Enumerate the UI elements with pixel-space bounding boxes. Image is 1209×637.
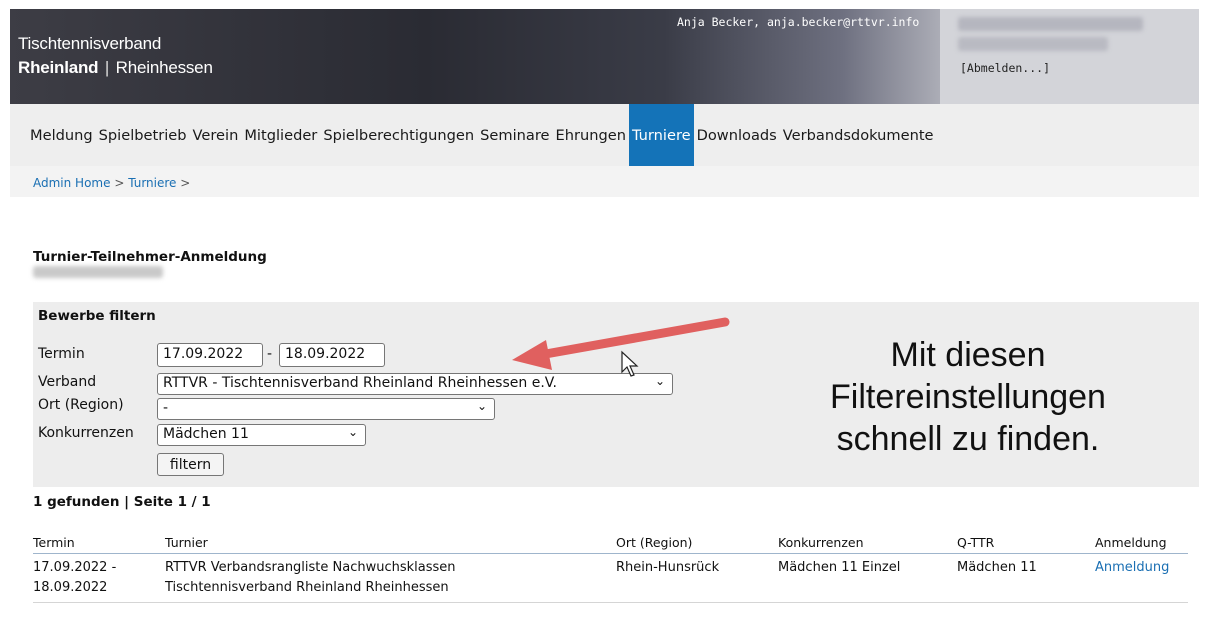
cell-termin: 17.09.2022 - 18.09.2022: [33, 553, 165, 603]
termin-start: 17.09.2022 -: [33, 560, 117, 575]
termin-end: 18.09.2022: [33, 580, 108, 595]
nav-item-seminare[interactable]: Seminare: [477, 104, 552, 166]
filter-button[interactable]: filtern: [157, 453, 224, 476]
chevron-down-icon: ⌄: [476, 399, 487, 413]
nav-item-mitglieder[interactable]: Mitglieder: [241, 104, 320, 166]
mouse-pointer-icon: [621, 350, 639, 377]
date-separator: -: [267, 346, 273, 362]
nav-item-ehrungen[interactable]: Ehrungen: [553, 104, 629, 166]
annotation-line: Filtereinstellungen: [830, 378, 1106, 416]
ort-select-value: -: [163, 400, 169, 416]
table-header-row: Termin Turnier Ort (Region) Konkurrenzen…: [33, 535, 1188, 554]
brand-separator: |: [104, 58, 110, 77]
results-table: Termin Turnier Ort (Region) Konkurrenzen…: [33, 535, 1188, 603]
breadcrumb-admin-home[interactable]: Admin Home: [33, 176, 111, 190]
konkurrenzen-select[interactable]: Mädchen 11 ⌄: [157, 424, 366, 446]
chevron-down-icon: ⌄: [347, 425, 358, 439]
konkurrenzen-select-value: Mädchen 11: [163, 426, 249, 442]
user-panel: [Abmelden...]: [940, 9, 1199, 104]
column-header: Anmeldung: [1095, 535, 1188, 554]
column-header: Q-TTR: [957, 535, 1095, 554]
column-header: Ort (Region): [616, 535, 778, 554]
redacted-text: [958, 17, 1143, 31]
result-summary: 1 gefunden | Seite 1 / 1: [33, 494, 211, 510]
ort-label: Ort (Region): [38, 397, 124, 413]
verband-select-value: RTTVR - Tischtennisverband Rheinland Rhe…: [163, 375, 557, 391]
turnier-organizer: Tischtennisverband Rheinland Rheinhessen: [165, 580, 449, 595]
column-header: Konkurrenzen: [778, 535, 957, 554]
cell-konkurrenzen: Mädchen 11 Einzel: [778, 553, 957, 603]
nav-item-turniere[interactable]: Turniere: [628, 104, 694, 166]
date-to-input[interactable]: 18.09.2022: [279, 343, 385, 367]
main-nav: Meldung Spielbetrieb Verein Mitglieder S…: [10, 104, 1199, 166]
breadcrumb-separator: >: [180, 176, 191, 190]
breadcrumb-turniere[interactable]: Turniere: [128, 176, 176, 190]
date-from-input[interactable]: 17.09.2022: [157, 343, 263, 367]
column-header: Termin: [33, 535, 165, 554]
cell-qttr: Mädchen 11: [957, 553, 1095, 603]
brand-line2: Rheinland | Rheinhessen: [18, 58, 213, 78]
redacted-text: [958, 37, 1108, 51]
nav-item-meldung[interactable]: Meldung: [27, 104, 96, 166]
konkurrenzen-label: Konkurrenzen: [38, 425, 134, 441]
cell-ort: Rhein-Hunsrück: [616, 553, 778, 603]
termin-label: Termin: [38, 346, 85, 362]
anmeldung-link[interactable]: Anmeldung: [1095, 560, 1169, 575]
cell-anmeldung: Anmeldung: [1095, 553, 1188, 603]
nav-item-verein[interactable]: Verein: [190, 104, 242, 166]
nav-item-verbandsdokumente[interactable]: Verbandsdokumente: [780, 104, 937, 166]
page-title: Turnier-Teilnehmer-Anmeldung: [33, 249, 267, 265]
redacted-subtitle: [33, 266, 163, 278]
brand-rest: Rheinhessen: [115, 58, 213, 77]
turnier-name: RTTVR Verbandsrangliste Nachwuchsklassen: [165, 560, 456, 575]
ort-select[interactable]: - ⌄: [157, 398, 495, 420]
brand-line1: Tischtennisverband: [18, 34, 162, 53]
filter-title: Bewerbe filtern: [38, 308, 156, 324]
nav-item-downloads[interactable]: Downloads: [694, 104, 780, 166]
verband-label: Verband: [38, 374, 97, 390]
column-header: Turnier: [165, 535, 616, 554]
table-row: 17.09.2022 - 18.09.2022 RTTVR Verbandsra…: [33, 553, 1188, 603]
annotation-line: schnell zu finden.: [836, 420, 1100, 458]
brand-bold: Rheinland: [18, 58, 99, 77]
user-info: Anja Becker, anja.becker@rttvr.info: [677, 15, 920, 29]
breadcrumb: Admin Home > Turniere >: [10, 166, 1199, 197]
site-header: Tischtennisverband Rheinland | Rheinhess…: [10, 9, 1199, 104]
annotation-text: Mit diesen Filtereinstellungen schnell z…: [788, 334, 1148, 460]
annotation-line: Mit diesen: [890, 336, 1046, 374]
breadcrumb-separator: >: [114, 176, 125, 190]
logout-link[interactable]: [Abmelden...]: [960, 61, 1050, 75]
nav-item-spielbetrieb[interactable]: Spielbetrieb: [96, 104, 190, 166]
nav-item-spielberechtigungen[interactable]: Spielberechtigungen: [320, 104, 477, 166]
cell-turnier: RTTVR Verbandsrangliste Nachwuchsklassen…: [165, 553, 616, 603]
